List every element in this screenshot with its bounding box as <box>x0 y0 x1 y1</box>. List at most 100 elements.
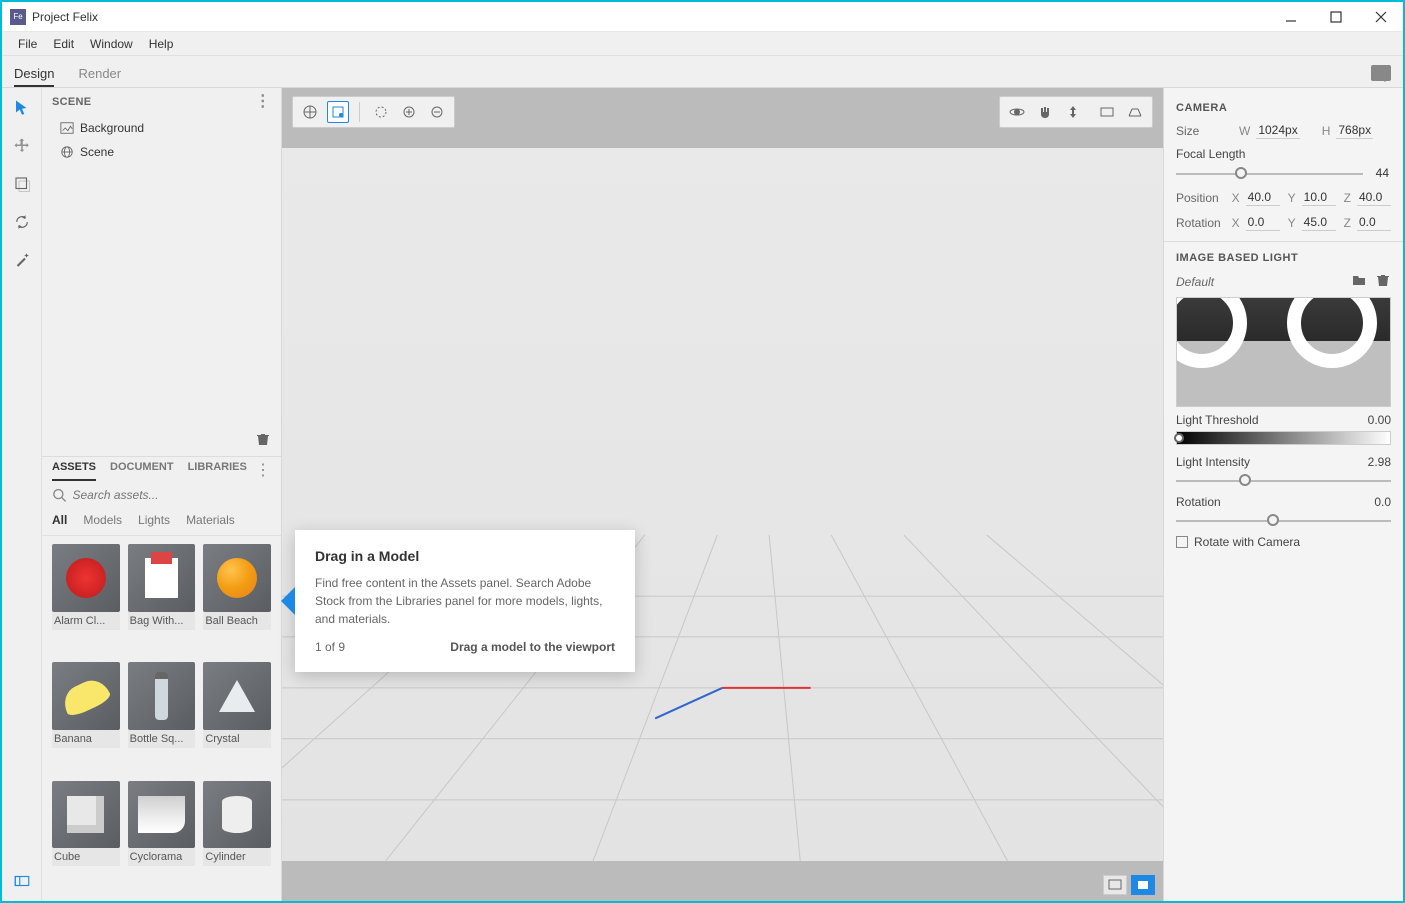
filter-models[interactable]: Models <box>83 513 122 527</box>
pos-x-field[interactable]: 40.0 <box>1246 189 1280 206</box>
folder-icon[interactable] <box>1351 272 1367 291</box>
pos-y-field[interactable]: 10.0 <box>1302 189 1336 206</box>
dolly-icon[interactable] <box>1062 101 1084 123</box>
asset-label: Bottle Sq... <box>128 730 196 748</box>
ibl-preview[interactable] <box>1176 297 1391 407</box>
pan-icon[interactable] <box>1034 101 1056 123</box>
frame-all-icon[interactable] <box>1096 101 1118 123</box>
left-panel: SCENE ⋮ Background Scene ASSETS <box>42 88 282 901</box>
move-tool[interactable] <box>10 134 34 158</box>
orbit-icon[interactable] <box>1006 101 1028 123</box>
render-mode-preview[interactable] <box>1103 875 1127 895</box>
assets-grid[interactable]: Alarm Cl... Bag With... Ball Beach Banana Bo… <box>42 535 281 901</box>
asset-label: Ball Beach <box>203 612 271 630</box>
rot-z-field[interactable]: 0.0 <box>1357 214 1391 231</box>
asset-label: Cube <box>52 848 120 866</box>
assets-options-icon[interactable]: ⋮ <box>255 465 271 477</box>
camera-width-field[interactable]: 1024px <box>1256 122 1299 139</box>
light-threshold-label: Light Threshold <box>1176 413 1259 427</box>
scene-trash-button[interactable] <box>255 431 271 452</box>
light-threshold-slider[interactable] <box>1176 431 1391 445</box>
menu-window[interactable]: Window <box>82 37 141 51</box>
app-icon: Fe <box>10 9 26 25</box>
asset-card[interactable]: Crystal <box>203 662 271 772</box>
camera-height-field[interactable]: 768px <box>1336 122 1373 139</box>
ibl-rotation-slider[interactable] <box>1176 513 1391 527</box>
tab-libraries[interactable]: LIBRARIES <box>188 461 247 481</box>
light-threshold-value[interactable]: 0.00 <box>1368 413 1391 427</box>
asset-card[interactable]: Cylinder <box>203 781 271 891</box>
rotate-with-camera-checkbox[interactable]: Rotate with Camera <box>1176 535 1391 549</box>
tab-render[interactable]: Render <box>78 66 121 87</box>
scene-item-scene[interactable]: Scene <box>42 140 281 164</box>
select-object-icon[interactable] <box>299 101 321 123</box>
feedback-icon[interactable] <box>1371 65 1391 81</box>
menu-edit[interactable]: Edit <box>45 37 82 51</box>
coach-hint: Drag a model to the viewport <box>450 640 615 654</box>
asset-label: Bag With... <box>128 612 196 630</box>
minimize-button[interactable] <box>1268 2 1313 32</box>
trash-icon[interactable] <box>1375 272 1391 291</box>
select-face-icon[interactable] <box>327 101 349 123</box>
subtract-selection-icon[interactable] <box>426 101 448 123</box>
w-label: W <box>1239 124 1250 138</box>
asset-card[interactable]: Bag With... <box>128 544 196 654</box>
asset-card[interactable]: Banana <box>52 662 120 772</box>
coach-progress: 1 of 9 <box>315 640 345 654</box>
light-intensity-slider[interactable] <box>1176 473 1391 487</box>
ibl-rotation-value[interactable]: 0.0 <box>1374 495 1391 509</box>
asset-card[interactable]: Ball Beach <box>203 544 271 654</box>
filter-lights[interactable]: Lights <box>138 513 170 527</box>
crop-tool[interactable] <box>10 172 34 196</box>
menu-file[interactable]: File <box>10 37 45 51</box>
camera-rotation-row: Rotation X0.0 Y45.0 Z0.0 <box>1176 214 1391 231</box>
rotate-with-camera-label: Rotate with Camera <box>1194 535 1300 549</box>
asset-card[interactable]: Cyclorama <box>128 781 196 891</box>
perspective-icon[interactable] <box>1124 101 1146 123</box>
tab-design[interactable]: Design <box>14 66 54 87</box>
mode-bar: Design Render <box>2 56 1403 88</box>
asset-card[interactable]: Alarm Cl... <box>52 544 120 654</box>
select-marquee-icon[interactable] <box>370 101 392 123</box>
filter-all[interactable]: All <box>52 513 67 527</box>
tool-rail <box>2 88 42 901</box>
asset-search-input[interactable] <box>73 488 272 502</box>
rot-x-field[interactable]: 0.0 <box>1246 214 1280 231</box>
asset-thumb <box>128 544 196 612</box>
camera-size-row: Size W 1024px H 768px <box>1176 122 1391 139</box>
asset-card[interactable]: Bottle Sq... <box>128 662 196 772</box>
focal-length-row: 44 <box>1176 165 1391 181</box>
light-intensity-value[interactable]: 2.98 <box>1368 455 1391 469</box>
focal-length-slider[interactable] <box>1176 166 1363 180</box>
sync-tool[interactable] <box>10 210 34 234</box>
light-intensity-slider-row <box>1176 473 1391 487</box>
scene-panel-header: SCENE ⋮ <box>42 88 281 116</box>
viewport-canvas[interactable] <box>282 148 1163 861</box>
filter-materials[interactable]: Materials <box>186 513 235 527</box>
asset-card[interactable]: Cube <box>52 781 120 891</box>
ibl-rotation-label: Rotation <box>1176 495 1221 509</box>
focal-length-label-row: Focal Length <box>1176 147 1391 161</box>
window-controls <box>1268 2 1403 32</box>
menu-help[interactable]: Help <box>141 37 182 51</box>
scene-item-background[interactable]: Background <box>42 116 281 140</box>
scene-options-icon[interactable]: ⋮ <box>255 96 271 108</box>
pos-z-field[interactable]: 40.0 <box>1357 189 1391 206</box>
select-tool[interactable] <box>10 96 34 120</box>
rot-y-field[interactable]: 45.0 <box>1302 214 1336 231</box>
tab-document[interactable]: DOCUMENT <box>110 461 174 481</box>
asset-thumb <box>128 781 196 849</box>
asset-label: Cyclorama <box>128 848 196 866</box>
magic-wand-tool[interactable] <box>10 248 34 272</box>
add-selection-icon[interactable] <box>398 101 420 123</box>
maximize-button[interactable] <box>1313 2 1358 32</box>
asset-thumb <box>203 781 271 849</box>
viewport-bottom-strip <box>282 861 1163 901</box>
viewport-top-strip <box>282 88 1163 148</box>
render-mode-solid[interactable] <box>1131 875 1155 895</box>
close-button[interactable] <box>1358 2 1403 32</box>
tab-assets[interactable]: ASSETS <box>52 461 96 481</box>
layout-toggle[interactable] <box>10 869 34 893</box>
focal-length-value[interactable]: 44 <box>1367 165 1391 181</box>
viewport <box>282 88 1163 901</box>
